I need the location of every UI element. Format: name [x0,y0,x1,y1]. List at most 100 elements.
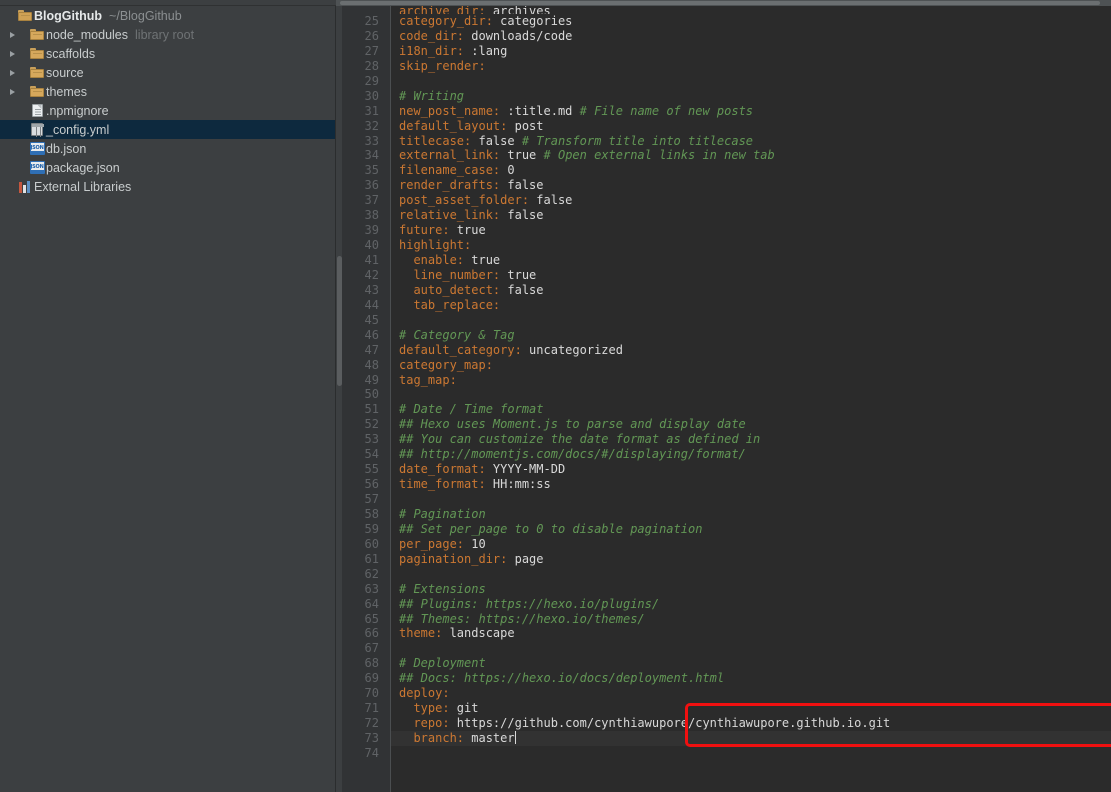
code-line-30[interactable]: 30 # Writing [365,89,1111,104]
code-line-25[interactable]: 25 category_dir: categories [365,14,1111,29]
code-line-24[interactable]: 24archive_dir: archives [391,6,1111,14]
line-number: 49 [364,372,379,387]
token-v: :lang [464,43,508,58]
code-line-64[interactable]: 64 ## Plugins: https://hexo.io/plugins/ [365,597,1111,612]
code-line-49[interactable]: 49 tag_map: [365,373,1111,388]
code-lines[interactable]: 24archive_dir: archives 25 category_dir: c… [365,6,1111,761]
code-line-40[interactable]: 40 highlight: [365,238,1111,253]
token-k: date_format: [399,462,486,477]
code-line-67[interactable]: 67 [365,641,1111,656]
code-content[interactable]: 24archive_dir: archives 25 category_dir: c… [365,6,1111,792]
code-line-27[interactable]: 27 i18n_dir: :lang [365,43,1111,59]
project-tree[interactable]: BlogGithub ~/BlogGithub node_modules librar… [0,6,336,196]
editor-horizontal-scrollbar-top[interactable] [340,1,1100,5]
tree-item-bloggithub[interactable]: BlogGithub ~/BlogGithub [0,6,336,25]
line-text: post_asset_folder: false [391,193,572,208]
code-line-70[interactable]: 70 deploy: [365,686,1111,701]
token-cm: # Extensions [399,581,486,596]
expand-arrow-icon[interactable] [6,44,19,63]
code-line-69[interactable]: 69 ## Docs: https://hexo.io/docs/deployme… [365,671,1111,686]
code-line-65[interactable]: 65 ## Themes: https://hexo.io/themes/ [365,612,1111,627]
line-number: 54 [364,447,379,462]
code-line-55[interactable]: 55 date_format: YYYY-MM-DD [365,462,1111,477]
line-number: 56 [364,477,379,492]
code-line-63[interactable]: 63 # Extensions [365,581,1111,597]
line-text: code_dir: downloads/code [391,29,572,44]
line-number: 74 [364,745,379,760]
code-line-29[interactable]: 29 [365,74,1111,89]
token-cm: # Pagination [399,506,486,521]
code-line-73[interactable]: 73 branch: master [365,731,1111,746]
code-line-58[interactable]: 58 # Pagination [365,506,1111,522]
code-line-52[interactable]: 52 ## Hexo uses Moment.js to parse and di… [365,417,1111,432]
code-line-57[interactable]: 57 [365,492,1111,507]
token-cm: # Deployment [399,656,486,671]
code-line-38[interactable]: 38 relative_link: false [365,208,1111,223]
line-number: 25 [364,14,379,28]
code-line-28[interactable]: 28 skip_render: [365,59,1111,74]
expand-arrow-icon[interactable] [6,25,19,44]
token-k: line_number: [399,267,501,282]
tree-item-external-libraries[interactable]: External Libraries [0,177,336,196]
token-v: HH:mm:ss [485,477,551,492]
line-text: ## Themes: https://hexo.io/themes/ [391,612,645,627]
code-line-43[interactable]: 43 auto_detect: false [365,282,1111,298]
code-line-61[interactable]: 61 pagination_dir: page [365,552,1111,567]
code-line-33[interactable]: 33 titlecase: false # Transform title int… [365,134,1111,149]
code-line-68[interactable]: 68 # Deployment [365,656,1111,671]
code-line-37[interactable]: 37 post_asset_folder: false [365,193,1111,208]
code-line-56[interactable]: 56 time_format: HH:mm:ss [365,477,1111,492]
tree-item-source[interactable]: source [0,63,336,82]
line-text: tag_map: [391,373,457,388]
code-line-34[interactable]: 34 external_link: true # Open external li… [365,148,1111,163]
code-line-60[interactable]: 60 per_page: 10 [365,537,1111,552]
code-line-74[interactable]: 74 [365,746,1111,761]
code-line-54[interactable]: 54 ## http://momentjs.com/docs/#/displayi… [365,447,1111,462]
code-line-53[interactable]: 53 ## You can customize the date format a… [365,432,1111,447]
code-line-39[interactable]: 39 future: true [365,223,1111,238]
tree-item-label: db.json [46,141,87,156]
code-line-42[interactable]: 42 line_number: true [365,267,1111,283]
code-line-62[interactable]: 62 [365,567,1111,582]
code-line-35[interactable]: 35 filename_case: 0 [365,163,1111,178]
code-line-51[interactable]: 51 # Date / Time format [365,402,1111,417]
code-line-71[interactable]: 71 type: git [365,701,1111,716]
code-line-41[interactable]: 41 enable: true [365,253,1111,268]
tree-item-db-json[interactable]: JSON db.json [0,139,336,158]
token-v: YYYY-MM-DD [485,462,566,477]
code-line-36[interactable]: 36 render_drafts: false [365,178,1111,193]
code-line-48[interactable]: 48 category_map: [365,358,1111,373]
line-number: 62 [364,566,379,581]
line-number: 64 [364,596,379,611]
code-line-31[interactable]: 31 new_post_name: :title.md # File name o… [365,104,1111,119]
code-line-50[interactable]: 50 [365,387,1111,402]
tree-item-label: BlogGithub [34,8,103,23]
code-editor[interactable]: 24archive_dir: archives 25 category_dir: c… [336,0,1111,792]
tree-item-node-modules[interactable]: node_modules library root [0,25,336,44]
tree-item-package-json[interactable]: JSON package.json [0,158,336,177]
code-line-47[interactable]: 47 default_category: uncategorized [365,343,1111,358]
code-line-72[interactable]: 72 repo: https://github.com/cynthiawupor… [365,716,1111,731]
code-line-26[interactable]: 26 code_dir: downloads/code [365,29,1111,44]
code-line-45[interactable]: 45 [365,313,1111,328]
token-v: false [500,282,544,297]
tree-item-scaffolds[interactable]: scaffolds [0,44,336,63]
line-text: ## Set per_page to 0 to disable paginati… [391,522,702,537]
tree-item--config-yml[interactable]: _config.yml [0,120,336,139]
code-line-32[interactable]: 32 default_layout: post [365,119,1111,134]
token-num: 0 [500,163,515,178]
line-number: 65 [364,611,379,626]
code-line-66[interactable]: 66 theme: landscape [365,626,1111,641]
expand-arrow-icon[interactable] [6,82,19,101]
token-k: relative_link: [399,208,501,223]
line-text: ## Hexo uses Moment.js to parse and disp… [391,417,746,432]
token-k: deploy: [399,686,450,701]
folder-icon [30,86,44,97]
project-tree-panel[interactable]: BlogGithub ~/BlogGithub node_modules librar… [0,0,336,792]
tree-item-themes[interactable]: themes [0,82,336,101]
tree-item--npmignore[interactable]: .npmignore [0,101,336,120]
code-line-44[interactable]: 44 tab_replace: [365,298,1111,313]
code-line-59[interactable]: 59 ## Set per_page to 0 to disable pagina… [365,522,1111,537]
expand-arrow-icon[interactable] [6,63,19,82]
code-line-46[interactable]: 46 # Category & Tag [365,328,1111,343]
